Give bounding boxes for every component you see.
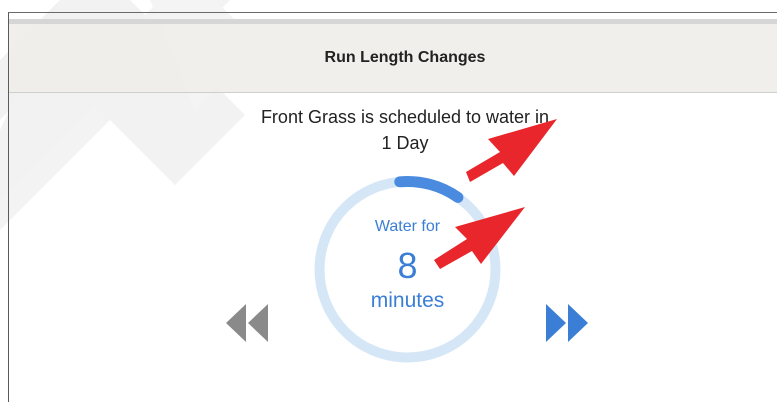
fast-forward-icon xyxy=(546,304,588,342)
schedule-message: Front Grass is scheduled to water in 1 D… xyxy=(170,104,640,156)
rewind-icon xyxy=(226,304,268,342)
decrease-duration-button[interactable] xyxy=(222,302,270,344)
dialog-title: Run Length Changes xyxy=(324,49,486,66)
schedule-line: Front Grass is scheduled to water in xyxy=(260,107,550,127)
increase-duration-button[interactable] xyxy=(544,302,592,344)
dial-center: Water for 8 minutes xyxy=(311,173,504,366)
dial-unit: minutes xyxy=(370,289,445,312)
dial-value: 8 xyxy=(397,245,418,286)
schedule-countdown: 1 Day xyxy=(381,133,429,153)
duration-dial[interactable]: Water for 8 minutes xyxy=(311,173,504,366)
dial-label: Water for xyxy=(374,218,441,235)
dialog-header: Run Length Changes xyxy=(9,24,777,93)
